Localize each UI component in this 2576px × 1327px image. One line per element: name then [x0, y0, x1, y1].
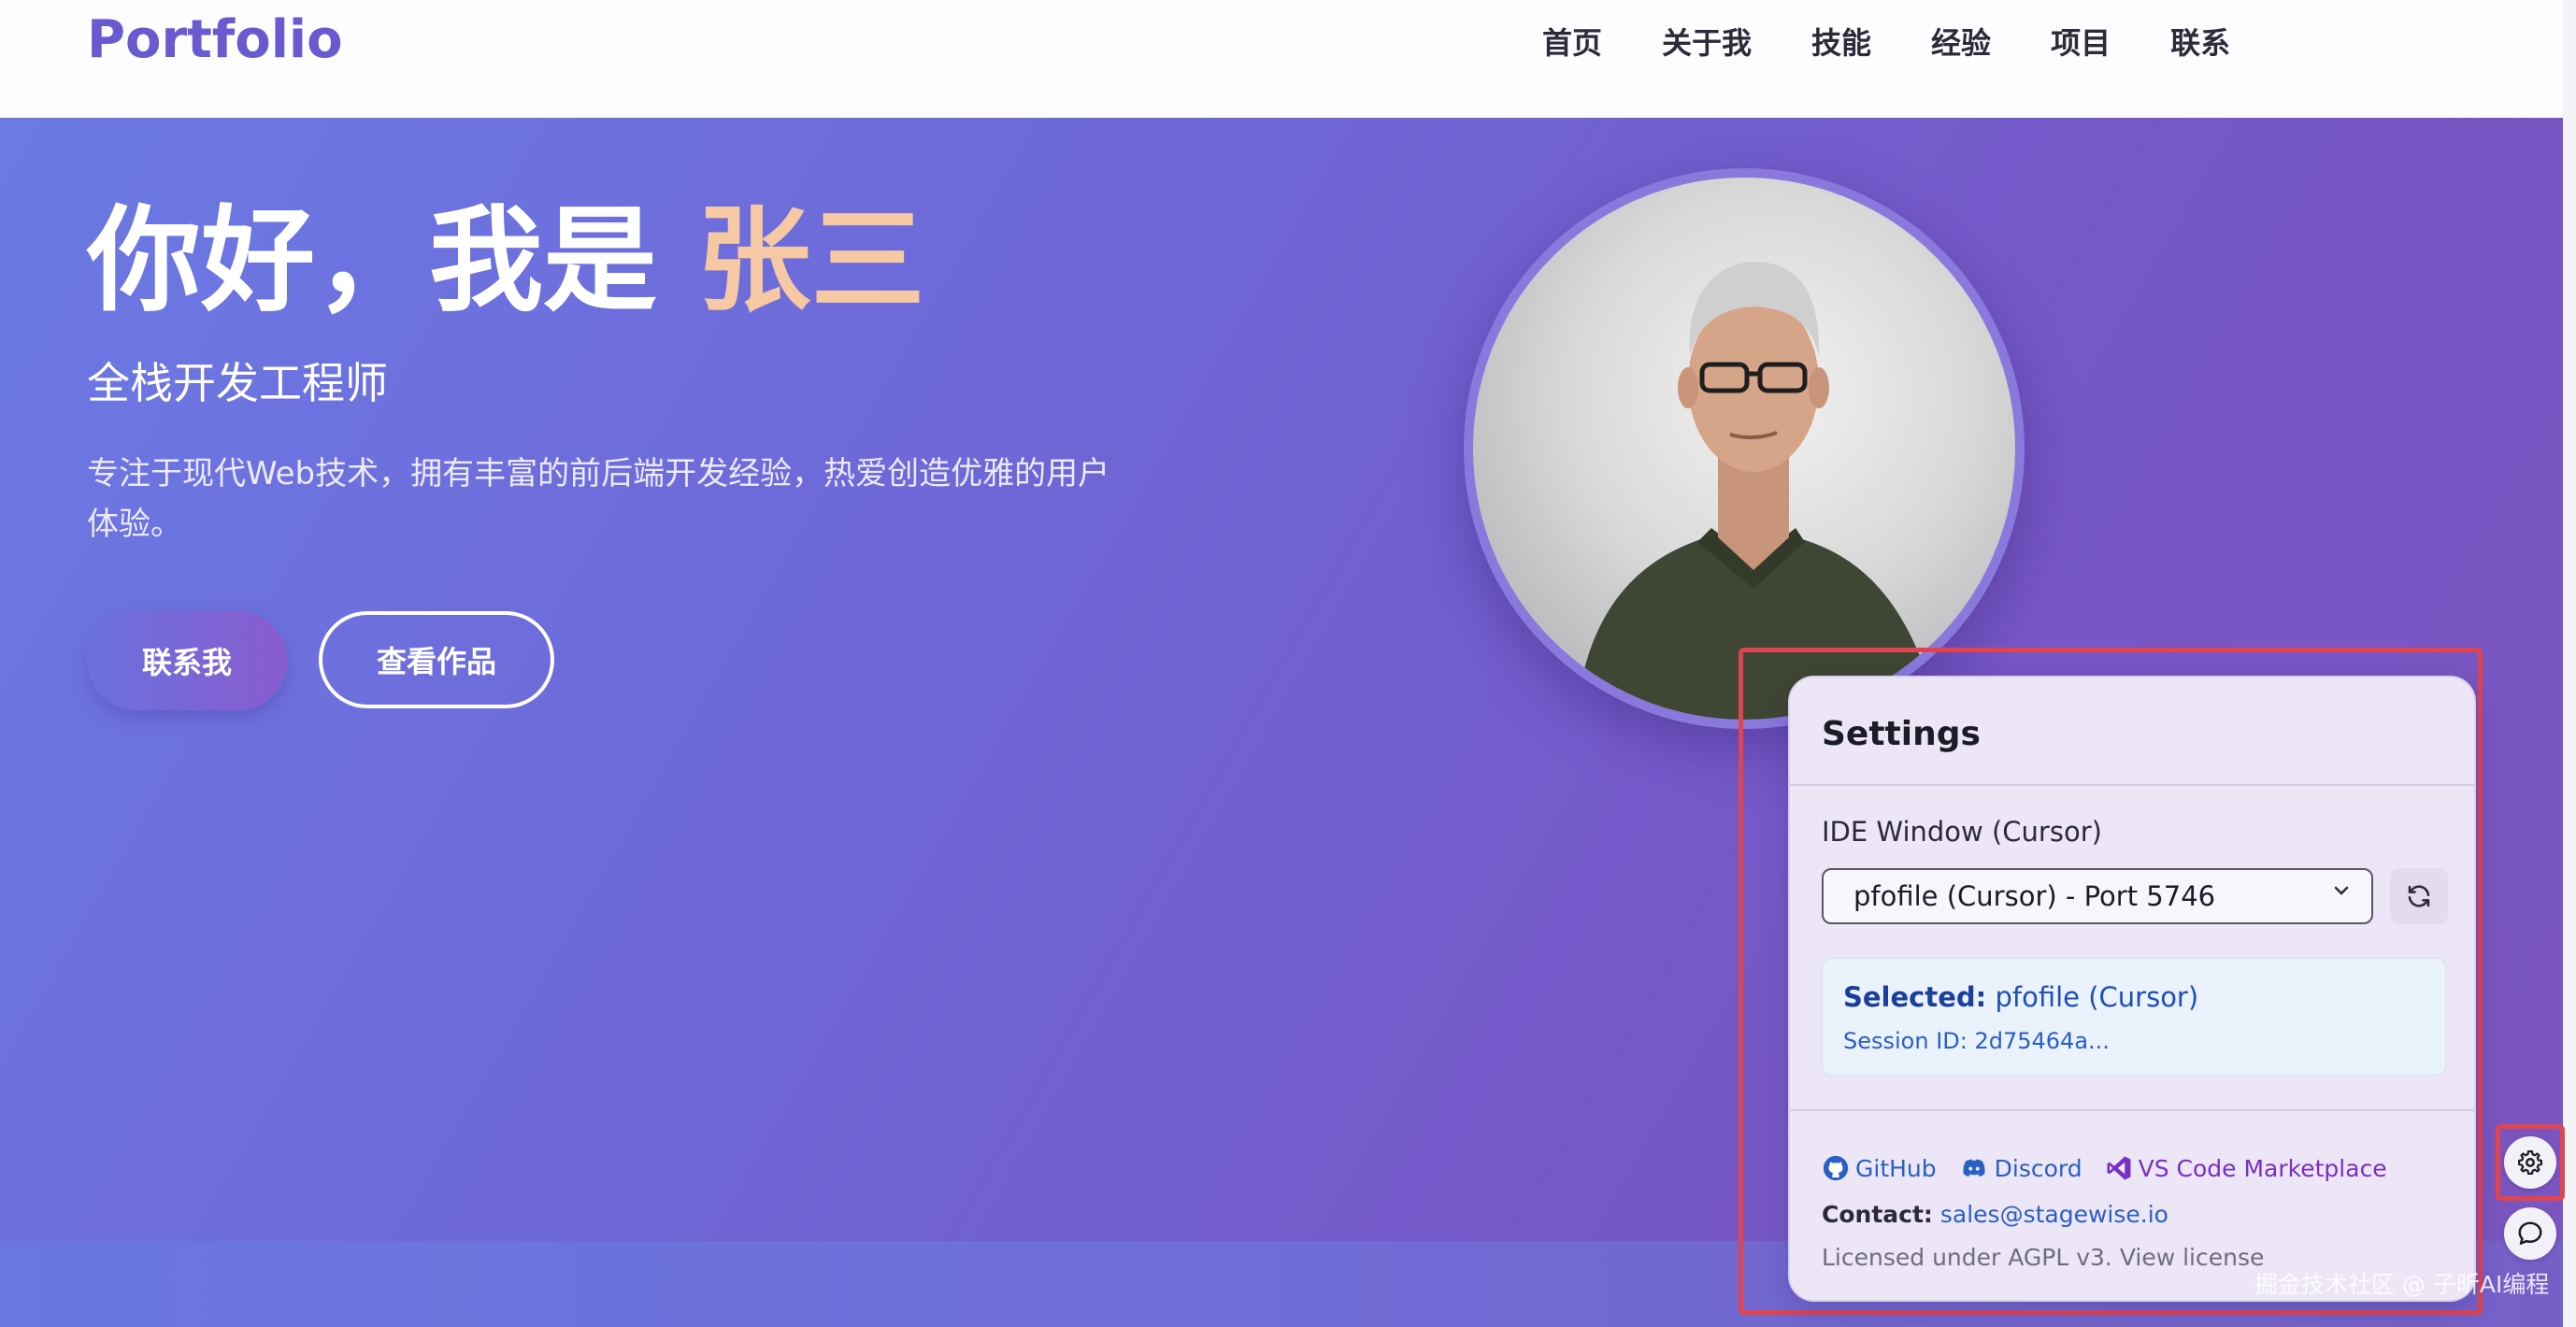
watermark-text: 掘金技术社区 @ 子昕AI编程 — [2254, 1271, 2550, 1298]
vscode-marketplace-link[interactable]: VS Code Marketplace — [2105, 1154, 2387, 1182]
ide-window-select[interactable]: pfofile (Cursor) - Port 5746 — [1822, 868, 2373, 924]
github-icon — [1823, 1155, 1849, 1181]
license-line: Licensed under AGPL v3. View license — [1822, 1244, 2264, 1271]
settings-toggle-button[interactable] — [2504, 1136, 2556, 1189]
refresh-icon — [2408, 885, 2430, 907]
contact-me-button[interactable]: 联系我 — [87, 611, 287, 710]
vscode-label: VS Code Marketplace — [2138, 1154, 2387, 1182]
top-header: Portfolio 首页 关于我 技能 经验 项目 联系 — [0, 0, 2576, 119]
contact-line: Contact: sales@stagewise.io — [1822, 1201, 2168, 1228]
nav-item-home[interactable]: 首页 — [1542, 21, 1602, 65]
github-label: GitHub — [1855, 1154, 1937, 1182]
session-id: Session ID: 2d75464a... — [1843, 1028, 2110, 1054]
discord-label: Discord — [1994, 1154, 2082, 1182]
license-text: Licensed under AGPL v3. — [1822, 1244, 2112, 1271]
profile-avatar — [1464, 168, 2025, 729]
github-link[interactable]: GitHub — [1822, 1154, 1937, 1182]
chat-icon — [2518, 1221, 2542, 1245]
greeting-text: 你好，我是 — [87, 194, 697, 327]
site-logo[interactable]: Portfolio — [87, 9, 343, 70]
view-works-button[interactable]: 查看作品 — [319, 611, 554, 708]
view-license-link[interactable]: View license — [2120, 1244, 2265, 1271]
page-scrollbar[interactable] — [2563, 0, 2576, 1327]
gear-icon — [2518, 1150, 2542, 1175]
discord-link[interactable]: Discord — [1959, 1154, 2082, 1182]
contact-email-link[interactable]: sales@stagewise.io — [1940, 1201, 2168, 1228]
ide-window-label: IDE Window (Cursor) — [1822, 816, 2102, 848]
contact-label: Contact: — [1822, 1201, 1933, 1228]
portrait-image — [1576, 262, 1940, 720]
vscode-icon — [2107, 1156, 2131, 1180]
selected-info-box: Selected: pfofile (Cursor) Session ID: 2… — [1822, 958, 2446, 1076]
chevron-down-icon — [2330, 879, 2358, 913]
refresh-button[interactable] — [2390, 868, 2448, 924]
hero-name: 张三 — [696, 194, 925, 327]
nav-item-contact[interactable]: 联系 — [2170, 21, 2230, 65]
settings-title: Settings — [1822, 715, 1981, 753]
hero-greeting: 你好，我是 张三 — [87, 187, 924, 335]
nav-item-projects[interactable]: 项目 — [2051, 21, 2111, 65]
divider — [1790, 1109, 2474, 1111]
selected-label: Selected: — [1843, 981, 1987, 1013]
nav-item-experience[interactable]: 经验 — [1931, 21, 1991, 65]
hero-description: 专注于现代Web技术，拥有丰富的前后端开发经验，热爱创造优雅的用户体验。 — [87, 455, 1110, 544]
hero-subtitle: 全栈开发工程师 — [87, 358, 388, 408]
main-nav: 首页 关于我 技能 经验 项目 联系 — [1542, 21, 2290, 65]
settings-panel: Settings IDE Window (Cursor) pfofile (Cu… — [1788, 676, 2476, 1302]
discord-icon — [1963, 1159, 1985, 1177]
footer-links: GitHub Discord VS Code Marketplace — [1822, 1154, 2410, 1182]
divider — [1790, 784, 2474, 786]
nav-item-about[interactable]: 关于我 — [1662, 21, 1752, 65]
chat-toggle-button[interactable] — [2504, 1207, 2556, 1260]
selected-value: pfofile (Cursor) — [1995, 981, 2199, 1013]
ide-select-value: pfofile (Cursor) - Port 5746 — [1853, 880, 2216, 912]
selected-line: Selected: pfofile (Cursor) — [1843, 981, 2198, 1013]
nav-item-skills[interactable]: 技能 — [1811, 21, 1871, 65]
